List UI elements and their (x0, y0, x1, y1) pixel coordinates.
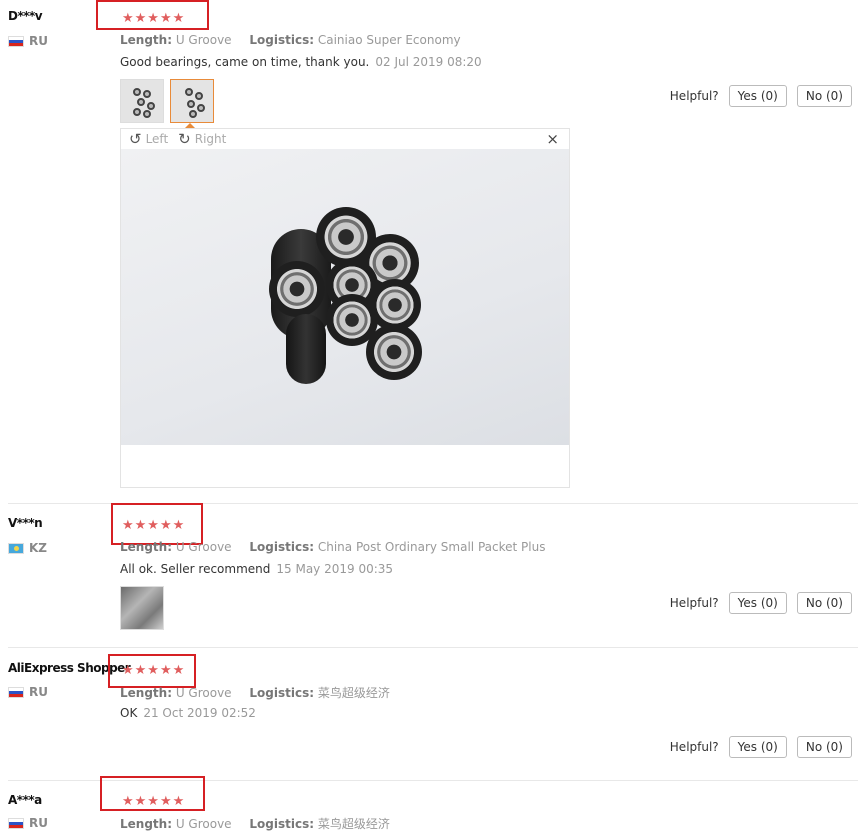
photo-viewer: ↺ Left ↻ Right × (120, 128, 570, 488)
helpful-vote: Helpful? Yes (0) No (0) (670, 592, 852, 614)
rotate-right-label: Right (194, 132, 227, 146)
rotate-right-button[interactable]: ↻ Right (178, 130, 226, 148)
country-code: KZ (29, 541, 47, 555)
logistics-value: China Post Ordinary Small Packet Plus (317, 540, 546, 554)
rotate-right-icon: ↻ (178, 130, 191, 148)
review-date: 21 Oct 2019 02:52 (143, 706, 256, 720)
length-label: Length: (120, 33, 172, 47)
length-value: U Groove (175, 540, 232, 554)
helpful-no-button[interactable]: No (0) (796, 85, 852, 107)
country-code: RU (29, 34, 48, 48)
helpful-vote: Helpful? Yes (0) No (0) (670, 85, 852, 107)
close-icon[interactable]: × (546, 130, 559, 148)
star-rating: ★★★★★ (122, 794, 186, 809)
helpful-label: Helpful? (669, 596, 719, 610)
reviewer-country: KZ (8, 541, 47, 555)
comment-text: Good bearings, came on time, thank you. (120, 55, 370, 69)
helpful-label: Helpful? (669, 89, 719, 103)
logistics-value: Cainiao Super Economy (317, 33, 461, 47)
reviewer-name: V***n (8, 516, 43, 530)
star-rating: ★★★★★ (122, 663, 186, 678)
product-attributes: Length: U Groove Logistics: Cainiao Supe… (120, 33, 461, 47)
logistics-label: Logistics: (249, 540, 315, 554)
helpful-yes-button[interactable]: Yes (0) (728, 85, 787, 107)
star-rating: ★★★★★ (122, 11, 186, 26)
length-label: Length: (120, 686, 172, 700)
russia-flag-icon (8, 686, 24, 698)
reviewer-country: RU (8, 816, 48, 830)
review-photo (121, 149, 569, 445)
helpful-no-button[interactable]: No (0) (796, 736, 852, 758)
country-code: RU (29, 685, 48, 699)
product-attributes: Length: U Groove Logistics: 菜鸟超级经济 (120, 815, 390, 832)
helpful-vote: Helpful? Yes (0) No (0) (670, 736, 852, 758)
product-attributes: Length: U Groove Logistics: China Post O… (120, 540, 545, 554)
russia-flag-icon (8, 35, 24, 47)
helpful-no-button[interactable]: No (0) (796, 592, 852, 614)
photo-thumbnail[interactable] (120, 79, 164, 123)
rotate-left-label: Left (145, 132, 169, 146)
helpful-label: Helpful? (669, 740, 719, 754)
photo-thumbnails (120, 79, 214, 123)
viewer-toolbar: ↺ Left ↻ Right × (121, 129, 569, 149)
review-date: 02 Jul 2019 08:20 (375, 55, 482, 69)
logistics-label: Logistics: (249, 33, 315, 47)
review-date: 15 May 2019 00:35 (276, 562, 394, 576)
country-code: RU (29, 816, 48, 830)
logistics-value: 菜鸟超级经济 (317, 686, 390, 700)
helpful-yes-button[interactable]: Yes (0) (728, 592, 787, 614)
length-label: Length: (120, 540, 172, 554)
review-divider (8, 647, 858, 648)
review-comment: Good bearings, came on time, thank you. 0… (120, 55, 482, 69)
photo-thumbnail-active[interactable] (170, 79, 214, 123)
review-comment: OK 21 Oct 2019 02:52 (120, 706, 256, 720)
rotate-left-icon: ↺ (129, 130, 142, 148)
reviewer-name: A***a (8, 793, 42, 807)
reviewer-country: RU (8, 34, 48, 48)
comment-text: All ok. Seller recommend (120, 562, 271, 576)
reviewer-name: D***v (8, 9, 43, 23)
length-value: U Groove (175, 686, 232, 700)
product-attributes: Length: U Groove Logistics: 菜鸟超级经济 (120, 684, 390, 701)
star-rating: ★★★★★ (122, 518, 186, 533)
length-value: U Groove (175, 33, 232, 47)
review-comment: All ok. Seller recommend 15 May 2019 00:3… (120, 562, 393, 576)
photo-thumbnails (120, 586, 164, 630)
logistics-label: Logistics: (249, 686, 315, 700)
photo-thumbnail[interactable] (120, 586, 164, 630)
helpful-yes-button[interactable]: Yes (0) (728, 736, 787, 758)
rotate-left-button[interactable]: ↺ Left (129, 130, 168, 148)
russia-flag-icon (8, 817, 24, 829)
kazakhstan-flag-icon (8, 542, 24, 554)
comment-text: OK (120, 706, 138, 720)
reviewer-country: RU (8, 685, 48, 699)
